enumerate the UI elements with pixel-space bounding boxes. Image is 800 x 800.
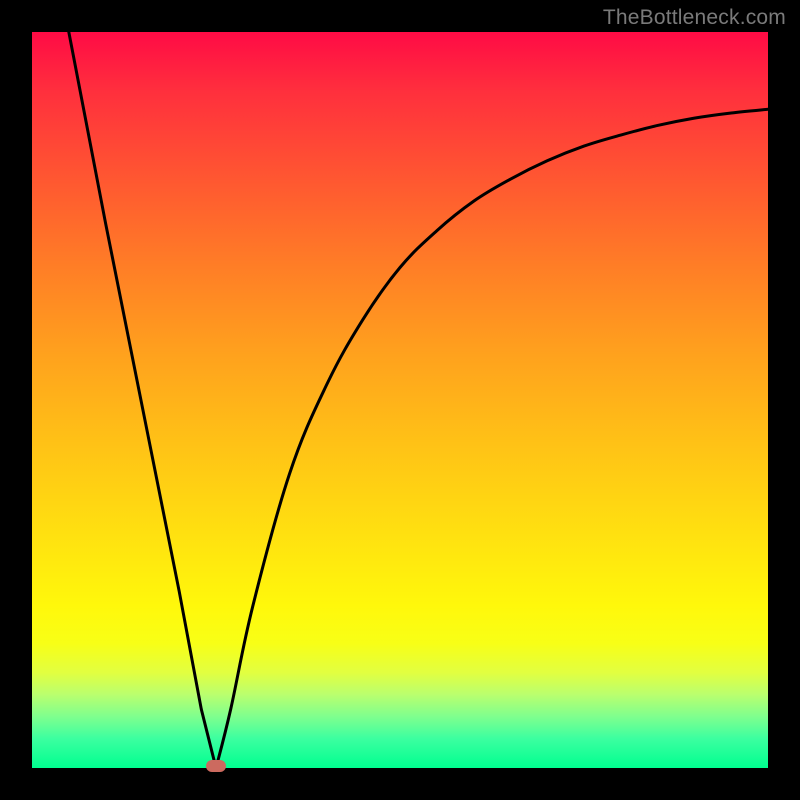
watermark-text: TheBottleneck.com: [603, 6, 786, 30]
chart-frame: TheBottleneck.com: [0, 0, 800, 800]
curve-left: [69, 32, 216, 768]
curve-right: [216, 109, 768, 768]
plot-area: [32, 32, 768, 768]
min-marker: [206, 760, 226, 772]
curve-svg: [32, 32, 768, 768]
